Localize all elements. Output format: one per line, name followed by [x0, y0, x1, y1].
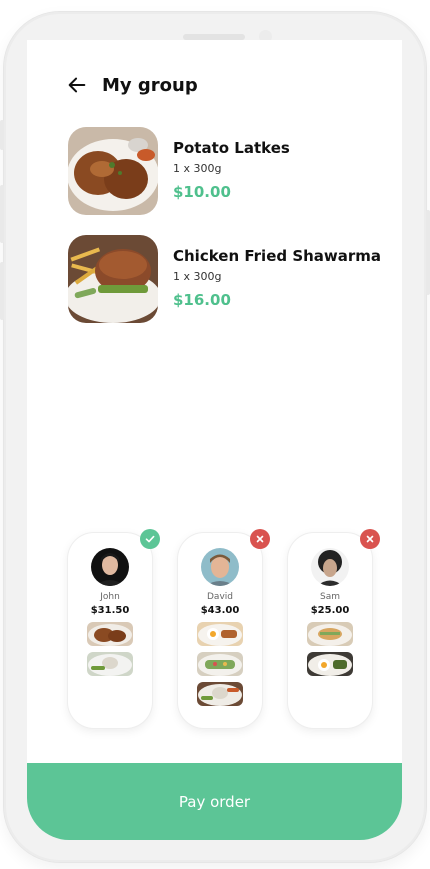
- member-total: $25.00: [310, 605, 350, 616]
- phone-volume-up: [0, 185, 4, 243]
- item-name: Chicken Fried Shawarma: [173, 247, 382, 265]
- member-total: $31.50: [90, 605, 130, 616]
- dish-thumbnail: [307, 652, 353, 676]
- phone-side-button: [0, 120, 4, 150]
- close-icon: [250, 529, 270, 549]
- avatar: [311, 548, 349, 586]
- member-name: David: [207, 592, 233, 602]
- member-total: $43.00: [200, 605, 240, 616]
- item-name: Potato Latkes: [173, 139, 290, 157]
- dish-thumbnail: [197, 622, 243, 646]
- member-card-david[interactable]: David $43.00: [178, 529, 270, 728]
- page-title: My group: [102, 74, 198, 96]
- phone-power-button: [426, 210, 430, 295]
- item-quantity: 1 x 300g: [173, 162, 222, 175]
- dish-thumbnail: [87, 622, 133, 646]
- member-card-john[interactable]: John $31.50: [68, 529, 160, 728]
- dish-thumbnail: [307, 622, 353, 646]
- arrow-left-icon[interactable]: [66, 74, 88, 96]
- header: My group: [66, 70, 198, 100]
- item-price: $10.00: [173, 183, 231, 201]
- cart-item[interactable]: Potato Latkes 1 x 300g $10.00: [68, 127, 290, 215]
- avatar: [91, 548, 129, 586]
- potato-latkes-image: [68, 127, 158, 215]
- app-screen: My group Potato Latkes 1 x 300g $10.00 C…: [27, 40, 402, 840]
- item-quantity: 1 x 300g: [173, 270, 222, 283]
- dish-thumbnail: [87, 652, 133, 676]
- phone-volume-down: [0, 262, 4, 320]
- dish-thumbnail: [197, 652, 243, 676]
- close-icon: [360, 529, 380, 549]
- member-card-sam[interactable]: Sam $25.00: [288, 529, 380, 728]
- member-name: Sam: [320, 592, 340, 602]
- item-price: $16.00: [173, 291, 231, 309]
- chicken-shawarma-image: [68, 235, 158, 323]
- dish-thumbnail: [197, 682, 243, 706]
- check-icon: [140, 529, 160, 549]
- pay-order-button[interactable]: Pay order: [27, 763, 402, 840]
- avatar: [201, 548, 239, 586]
- member-name: John: [100, 592, 120, 602]
- cart-item[interactable]: Chicken Fried Shawarma 1 x 300g $16.00: [68, 235, 381, 323]
